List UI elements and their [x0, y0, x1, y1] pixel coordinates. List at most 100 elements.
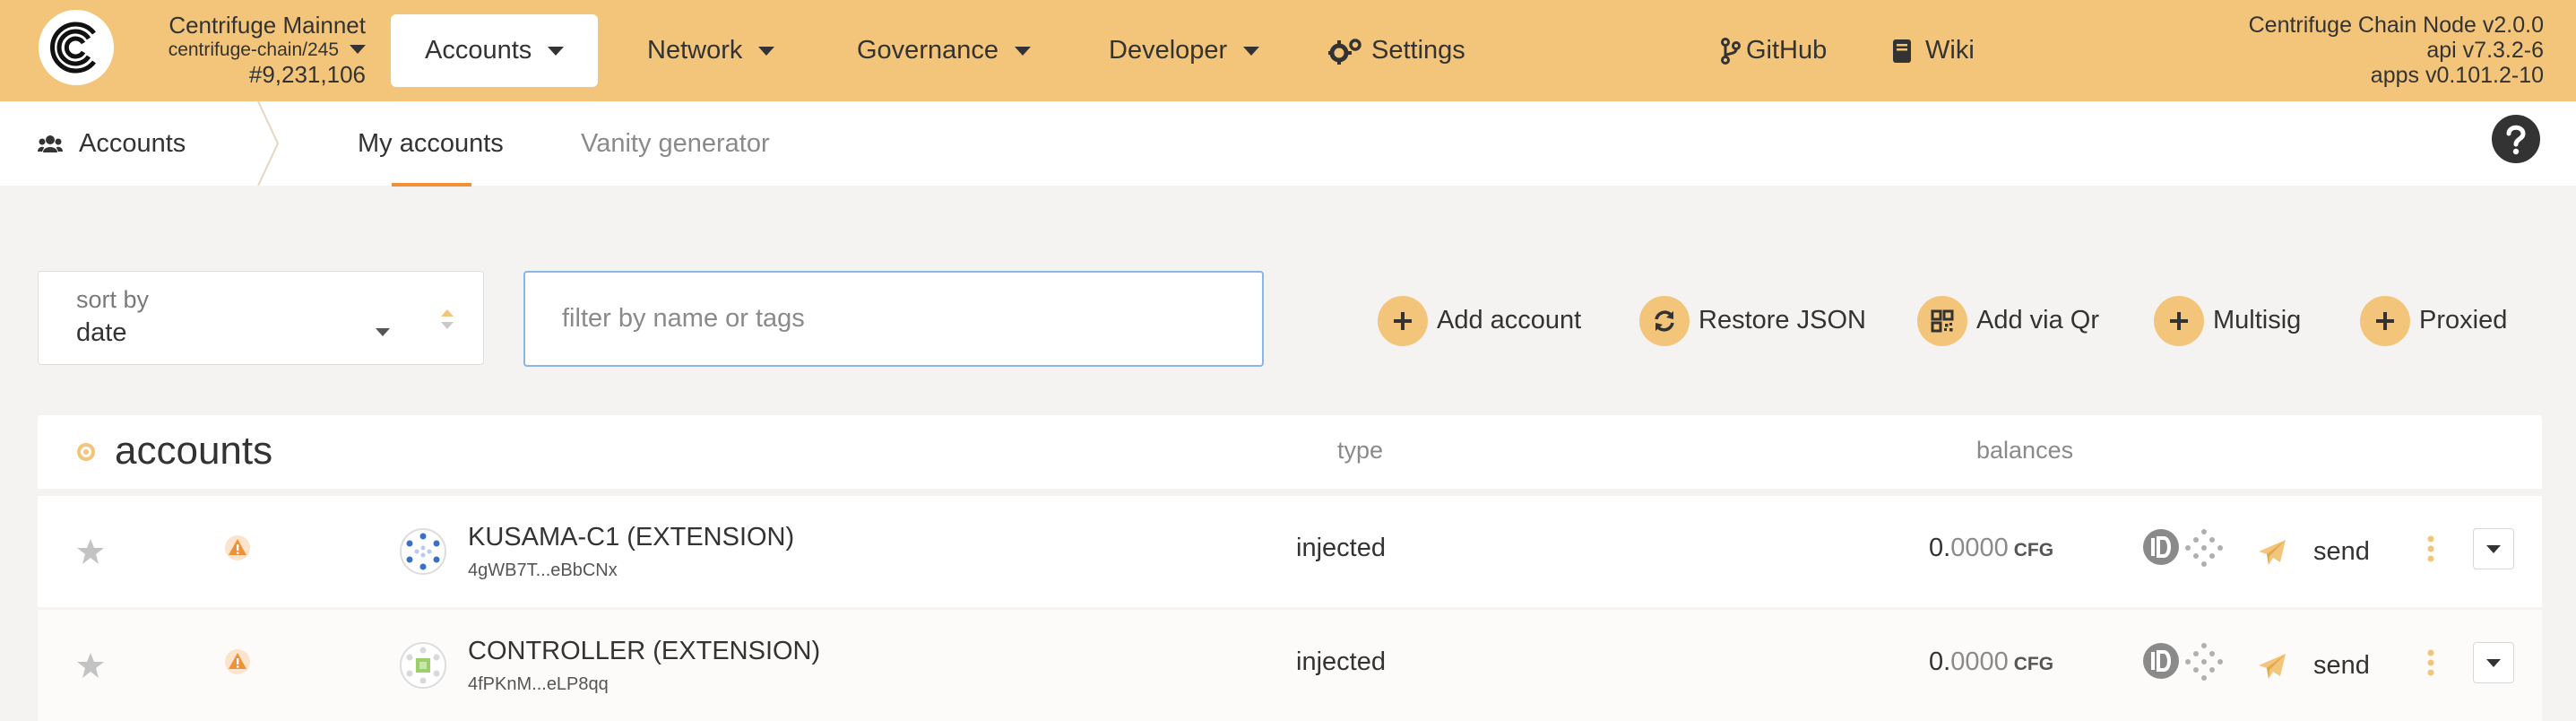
expand-row-button[interactable] — [2473, 642, 2514, 683]
nav-accounts-label: Accounts — [425, 36, 532, 65]
balance-decimal: 0000 — [1950, 647, 2009, 676]
top-navbar: Centrifuge Mainnet centrifuge-chain/245 … — [0, 0, 2576, 101]
chain-selector[interactable]: Centrifuge Mainnet centrifuge-chain/245 … — [134, 12, 366, 87]
account-balance: 0.0000 CFG — [1929, 534, 2053, 563]
warning-icon — [225, 535, 250, 560]
nav-network-label: Network — [647, 36, 743, 65]
multisig-label: Multisig — [2213, 306, 2302, 334]
balance-integer: 0. — [1929, 534, 1951, 562]
help-icon[interactable] — [2491, 114, 2541, 164]
warning-icon — [225, 649, 250, 674]
balance-unit: CFG — [2013, 654, 2054, 674]
more-options-icon[interactable] — [2427, 535, 2434, 562]
qrcode-icon — [1917, 296, 1967, 347]
star-icon[interactable] — [76, 537, 105, 566]
paper-plane-icon — [2259, 540, 2286, 566]
apps-version: apps v0.101.2-10 — [2370, 63, 2544, 88]
active-tab-indicator — [392, 183, 471, 187]
node-name: Centrifuge Chain Node v2.0.0 — [2248, 13, 2544, 38]
chain-spec: centrifuge-chain/245 — [168, 39, 339, 60]
star-icon[interactable] — [76, 651, 105, 680]
account-address[interactable]: 4fPKnM...eLP8qq — [468, 674, 609, 695]
nav-github-label: GitHub — [1746, 36, 1828, 65]
identity-icon[interactable] — [2142, 642, 2180, 680]
send-button[interactable]: send — [2258, 646, 2370, 685]
nav-settings[interactable]: Settings — [1327, 14, 1465, 87]
identicon-avatar[interactable] — [400, 642, 446, 689]
add-via-qr-label: Add via Qr — [1976, 306, 2099, 334]
table-title-text: accounts — [115, 429, 273, 473]
chevron-down-icon — [1243, 47, 1260, 56]
node-version-info: Centrifuge Chain Node v2.0.0 api v7.3.2-… — [2249, 13, 2544, 88]
restore-json-label: Restore JSON — [1699, 306, 1866, 334]
section-dot-icon — [77, 443, 95, 461]
proxied-label: Proxied — [2419, 306, 2508, 334]
code-branch-icon — [1721, 38, 1741, 65]
block-number: #9,231,106 — [248, 61, 366, 88]
api-version: api v7.3.2-6 — [2426, 38, 2544, 63]
identicon-dots-icon[interactable] — [2184, 642, 2224, 682]
paper-plane-icon — [2259, 654, 2286, 680]
add-account-button[interactable]: Add account — [1378, 294, 1582, 347]
header-divider — [38, 489, 2542, 496]
account-type: injected — [1296, 534, 1386, 562]
account-address[interactable]: 4gWB7T...eBbCNx — [468, 560, 618, 581]
balance-unit: CFG — [2013, 540, 2054, 560]
cogs-icon — [1327, 39, 1361, 66]
nav-network[interactable]: Network — [647, 14, 775, 87]
sort-value: date — [76, 318, 127, 347]
chevron-down-icon — [758, 47, 775, 56]
send-button[interactable]: send — [2258, 532, 2370, 571]
tab-bar: Accounts My accounts Vanity generator — [0, 101, 2576, 187]
sort-dropdown[interactable]: sort by date — [38, 271, 484, 365]
chevron-down-icon — [1015, 47, 1031, 56]
breadcrumb-separator — [257, 101, 280, 186]
tab-vanity-generator[interactable]: Vanity generator — [581, 101, 770, 186]
expand-row-button[interactable] — [2473, 528, 2514, 569]
sync-icon — [1639, 296, 1690, 347]
plus-icon — [2360, 296, 2410, 347]
tab-my-accounts[interactable]: My accounts — [358, 101, 504, 186]
chevron-down-icon — [376, 328, 390, 336]
plus-icon — [1378, 296, 1428, 347]
balance-decimal: 0000 — [1950, 534, 2009, 562]
centrifuge-logo-icon — [50, 22, 96, 74]
send-label: send — [2313, 651, 2370, 680]
sort-order-icon[interactable] — [439, 308, 455, 331]
column-header-type: type — [1337, 437, 1384, 464]
account-type: injected — [1296, 647, 1386, 676]
nav-wiki-label: Wiki — [1925, 36, 1975, 65]
table-row: CONTROLLER (EXTENSION) 4fPKnM...eLP8qq i… — [38, 610, 2542, 721]
add-via-qr-button[interactable]: Add via Qr — [1917, 294, 2099, 347]
add-account-label: Add account — [1437, 306, 1582, 334]
identicon-avatar[interactable] — [400, 528, 446, 575]
nav-github[interactable]: GitHub — [1721, 14, 1827, 87]
users-icon — [38, 135, 63, 153]
account-balance: 0.0000 CFG — [1929, 647, 2053, 677]
chain-name: Centrifuge Mainnet — [169, 12, 366, 39]
multisig-button[interactable]: Multisig — [2154, 294, 2302, 347]
table-row: KUSAMA-C1 (EXTENSION) 4gWB7T...eBbCNx in… — [38, 496, 2542, 607]
nav-governance[interactable]: Governance — [857, 14, 1031, 87]
accounts-table: accounts type balances KUSAMA-C1 (EXTENS… — [38, 415, 2542, 721]
section-title: Accounts — [38, 101, 186, 186]
nav-developer[interactable]: Developer — [1109, 14, 1260, 87]
identicon-dots-icon[interactable] — [2184, 528, 2224, 568]
account-name[interactable]: CONTROLLER (EXTENSION) — [468, 637, 820, 666]
restore-json-button[interactable]: Restore JSON — [1639, 294, 1866, 347]
proxied-button[interactable]: Proxied — [2360, 294, 2508, 347]
chevron-down-icon — [548, 47, 565, 56]
nav-accounts[interactable]: Accounts — [391, 14, 599, 87]
nav-wiki[interactable]: Wiki — [1891, 14, 1975, 87]
section-label: Accounts — [79, 129, 186, 158]
nav-settings-label: Settings — [1371, 36, 1465, 65]
plus-icon — [2154, 296, 2204, 347]
filter-input[interactable] — [523, 271, 1264, 367]
centrifuge-logo[interactable] — [39, 10, 114, 85]
identity-icon[interactable] — [2142, 528, 2180, 566]
send-label: send — [2313, 537, 2370, 566]
account-name[interactable]: KUSAMA-C1 (EXTENSION) — [468, 523, 794, 552]
more-options-icon[interactable] — [2427, 649, 2434, 676]
chevron-down-icon[interactable] — [350, 45, 366, 54]
column-header-balances: balances — [1976, 437, 2074, 464]
